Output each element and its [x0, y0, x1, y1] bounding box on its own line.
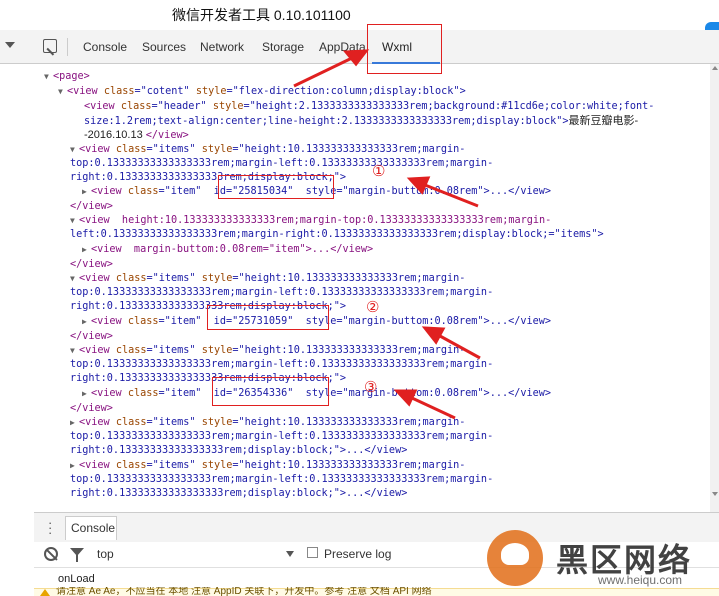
tree-node-items-alt[interactable]: ▼ <view height:10.133333333333333rem;marg…: [70, 214, 551, 228]
console-warning-text: 请注意 Ae Ae，不应当在 本地 注意 AppID 关联下，开发中。参考 注意…: [56, 587, 432, 596]
warning-icon: [40, 589, 50, 596]
watermark-logo: [487, 530, 543, 586]
annotation-box-id-3: [212, 377, 329, 406]
annotation-number-2: ②: [366, 298, 380, 316]
drawer-tab-console[interactable]: Console: [65, 516, 117, 540]
tree-node-items-4[interactable]: ▶ <view class="items" style="height:10.13…: [70, 416, 465, 430]
more-options-icon[interactable]: · · ·: [48, 516, 52, 539]
preserve-log-label: Preserve log: [324, 547, 392, 561]
tree-line: </view>: [70, 259, 113, 270]
tree-line: right:0.13333333333333333rem;display:blo…: [70, 445, 408, 456]
tree-node-header-end: -2016.10.13 </view>: [84, 129, 189, 141]
chevron-down-icon[interactable]: [5, 42, 15, 48]
scroll-up-icon[interactable]: [712, 66, 718, 70]
annotation-box-wxml: [367, 24, 442, 74]
tree-node-items-1[interactable]: ▼ <view class="items" style="height:10.13…: [70, 143, 465, 157]
tab-sources[interactable]: Sources: [142, 40, 186, 54]
clear-console-icon[interactable]: [44, 547, 58, 561]
tree-line: top:0.13333333333333333rem;margin-left:0…: [70, 287, 494, 298]
tree-line: top:0.13333333333333333rem;margin-left:0…: [70, 474, 494, 485]
inspect-element-icon[interactable]: [43, 39, 57, 53]
filter-icon[interactable]: [70, 548, 84, 562]
tree-line: </view>: [70, 201, 113, 212]
tree-node-header-cont: size:1.2rem;text-align:center;line-heigh…: [84, 115, 639, 127]
title-bar: 微信开发者工具 0.10.101100: [0, 0, 719, 44]
scroll-down-icon[interactable]: [712, 492, 718, 496]
annotation-box-id-1: [218, 175, 334, 199]
tab-network[interactable]: Network: [200, 40, 244, 54]
tree-node-content-view[interactable]: ▼ <view class="cotent" style="flex-direct…: [58, 85, 466, 99]
tree-line: top:0.13333333333333333rem;margin-left:0…: [70, 431, 494, 442]
window-title: 微信开发者工具 0.10.101100: [172, 7, 351, 23]
wxml-tree: ▼ <page> ▼ <view class="cotent" style="fle…: [34, 64, 710, 512]
tree-line: </view>: [70, 331, 113, 342]
tree-node-page[interactable]: ▼ <page>: [44, 70, 90, 84]
tree-node-items-3[interactable]: ▼ <view class="items" style="height:10.13…: [70, 344, 465, 358]
console-log-line: onLoad: [58, 573, 95, 585]
chevron-down-icon[interactable]: [286, 551, 294, 557]
context-select[interactable]: top: [97, 547, 114, 561]
preserve-log-checkbox[interactable]: [307, 547, 318, 558]
annotation-number-3: ③: [364, 378, 378, 396]
tab-storage[interactable]: Storage: [262, 40, 304, 54]
tree-node-item-alt[interactable]: ▶ <view margin-buttom:0.08rem="item">...<…: [82, 243, 373, 257]
tree-node-items-5[interactable]: ▶ <view class="items" style="height:10.13…: [70, 459, 465, 473]
tree-node-header[interactable]: <view class="header" style="height:2.133…: [84, 100, 654, 114]
tree-line: left:0.13333333333333333rem;margin-right…: [70, 229, 604, 240]
tree-node-items-2[interactable]: ▼ <view class="items" style="height:10.13…: [70, 272, 465, 286]
tree-line: top:0.13333333333333333rem;margin-left:0…: [70, 158, 494, 169]
tree-line: top:0.13333333333333333rem;margin-left:0…: [70, 359, 494, 370]
tab-console[interactable]: Console: [83, 40, 127, 54]
annotation-number-1: ①: [372, 162, 386, 180]
toolbar-divider: [67, 38, 68, 56]
annotation-box-id-2: [207, 305, 329, 330]
vertical-scrollbar[interactable]: [710, 64, 719, 512]
tree-line: right:0.13333333333333333rem;display:blo…: [70, 488, 408, 499]
tree-line: </view>: [70, 403, 113, 414]
watermark-url: www.heiqu.com: [598, 573, 683, 587]
tab-appdata[interactable]: AppData: [319, 40, 366, 54]
